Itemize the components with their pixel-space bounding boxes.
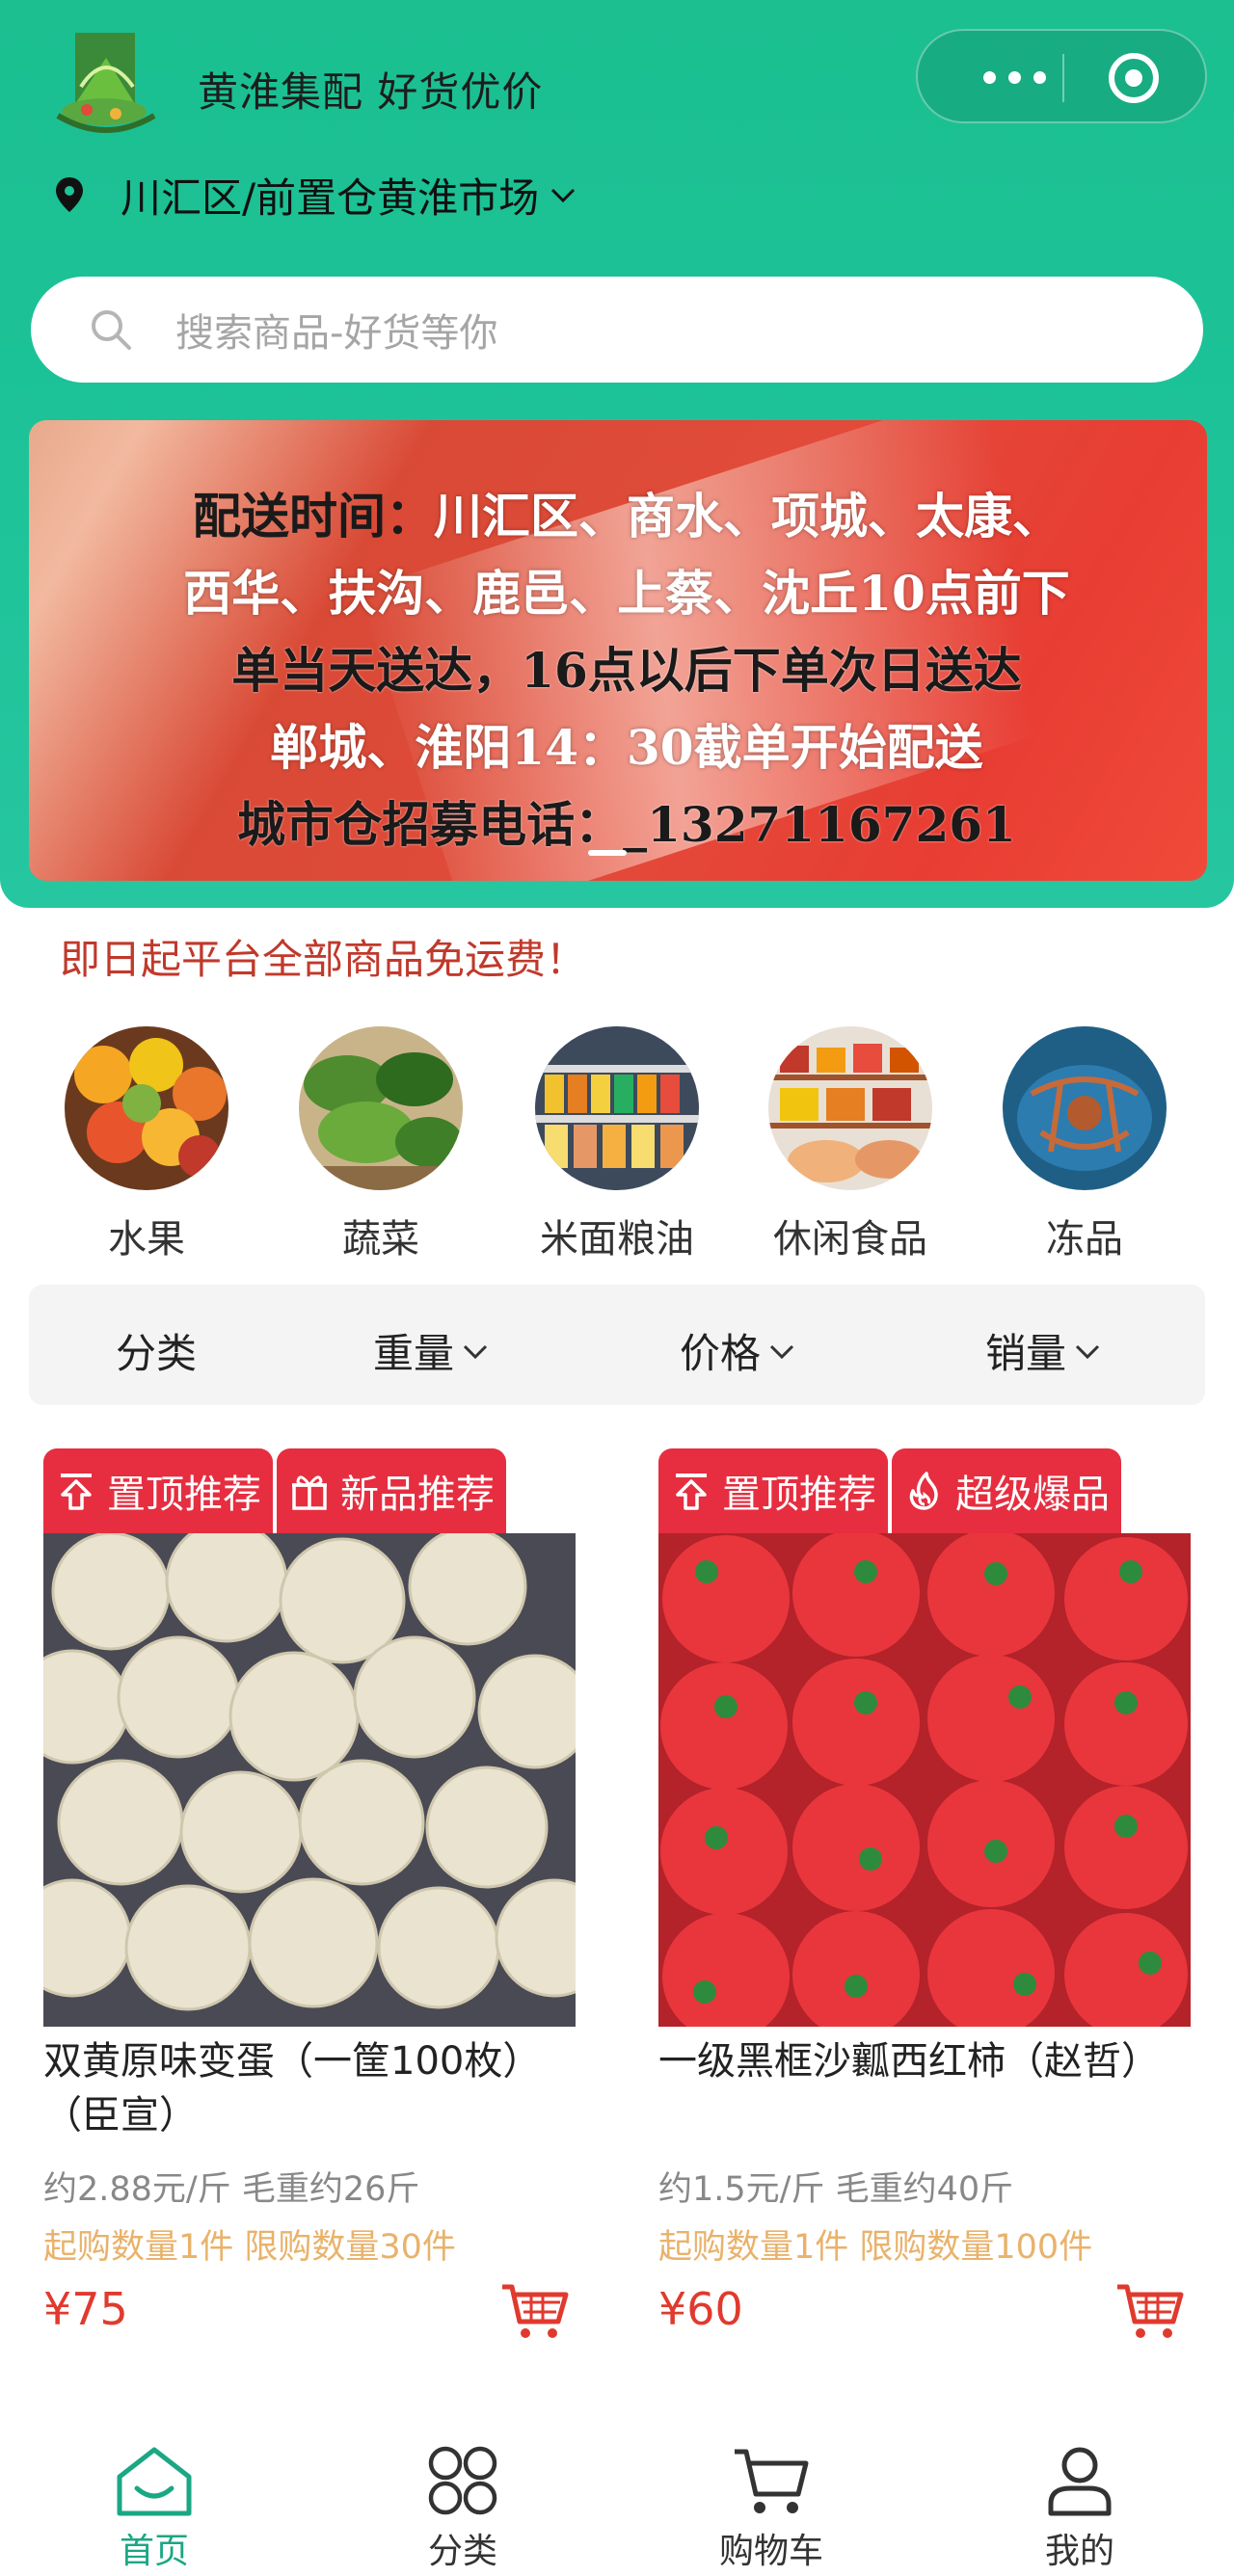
- product-purchase-limit: 起购数量1件 限购数量100件: [658, 2228, 1093, 2267]
- banner-line-3: 单当天送达，16点以后下单次日送达: [231, 642, 1022, 699]
- banner-line-5: 城市仓招募电话：_13271167261: [237, 796, 1016, 853]
- product-name: 双黄原味变蛋（一筐100枚）（臣宣）: [43, 2039, 542, 2138]
- category-label: 冻品: [1046, 1217, 1123, 1261]
- category-vegetable[interactable]: 蔬菜: [284, 1026, 477, 1263]
- filter-bar: 分类 重量 价格 销量: [29, 1285, 1205, 1405]
- tag-new: 新品推荐: [277, 1448, 506, 1533]
- pin-top-icon: [676, 1474, 707, 1510]
- add-to-cart-icon[interactable]: [1113, 2281, 1185, 2343]
- close-miniapp-icon[interactable]: [1109, 53, 1159, 103]
- miniapp-capsule: [916, 29, 1207, 123]
- capsule-divider: [1062, 54, 1064, 102]
- profile-icon: [1048, 2447, 1112, 2516]
- chevron-down-icon: [769, 1344, 794, 1359]
- tag-pinned: 置顶推荐: [43, 1448, 273, 1533]
- tab-label: 首页: [119, 2532, 189, 2571]
- flame-icon: [909, 1472, 938, 1510]
- chevron-down-icon: [1075, 1344, 1100, 1359]
- gift-icon: [292, 1475, 327, 1510]
- tag-hot: 超级爆品: [892, 1448, 1121, 1533]
- product-meta: 约1.5元/斤 毛重约40斤: [658, 2170, 1014, 2209]
- filter-sales[interactable]: 销量: [985, 1321, 1103, 1380]
- filter-category[interactable]: 分类: [116, 1321, 197, 1380]
- banner-line-1: 配送时间：川汇区、商水、项城、太康、: [193, 488, 1060, 544]
- fruit-photo: [65, 1026, 228, 1190]
- filter-label: 销量: [985, 1330, 1067, 1377]
- tab-label: 购物车: [718, 2532, 823, 2571]
- category-fruit[interactable]: 水果: [50, 1026, 243, 1263]
- add-to-cart-icon[interactable]: [498, 2281, 570, 2343]
- filter-label: 价格: [680, 1330, 762, 1377]
- category-label: 水果: [108, 1217, 185, 1261]
- category-row: 水果 蔬菜 米面粮油 休闲食品 冻品: [0, 1026, 1234, 1267]
- grain-oil-photo: [535, 1026, 699, 1190]
- product-price: ¥60: [658, 2283, 743, 2335]
- app-title: 黄淮集配 好货优价: [198, 68, 544, 116]
- category-label: 休闲食品: [773, 1217, 927, 1261]
- bottom-tab-bar: 首页 分类 购物车 我的: [0, 2409, 1234, 2576]
- filter-price[interactable]: 价格: [680, 1321, 797, 1380]
- tab-home[interactable]: 首页: [58, 2444, 251, 2573]
- product-purchase-limit: 起购数量1件 限购数量30件: [43, 2228, 456, 2267]
- tag-pinned: 置顶推荐: [658, 1448, 888, 1533]
- tab-label: 我的: [1044, 2532, 1114, 2571]
- location-text: 川汇区/前置仓黄淮市场: [121, 173, 540, 222]
- chevron-down-icon: [551, 188, 576, 203]
- tab-cart[interactable]: 购物车: [675, 2444, 868, 2573]
- category-label: 米面粮油: [540, 1217, 694, 1261]
- chevron-down-icon: [463, 1344, 488, 1359]
- filter-label: 重量: [373, 1330, 455, 1377]
- category-label: 蔬菜: [342, 1217, 419, 1261]
- search-icon: [92, 310, 131, 350]
- category-grain-oil[interactable]: 米面粮油: [521, 1026, 713, 1263]
- banner-line-2: 西华、扶沟、鹿邑、上蔡、沈丘10点前下: [183, 565, 1070, 622]
- product-price: ¥75: [43, 2283, 128, 2335]
- free-shipping-notice: 即日起平台全部商品免运费！: [60, 936, 587, 983]
- location-selector[interactable]: 川汇区/前置仓黄淮市场: [53, 166, 579, 224]
- category-snack[interactable]: 休闲食品: [754, 1026, 947, 1263]
- frozen-photo: [1003, 1026, 1167, 1190]
- filter-label: 分类: [116, 1330, 198, 1377]
- filter-weight[interactable]: 重量: [373, 1321, 491, 1380]
- banner-pagination: [588, 850, 627, 856]
- tab-profile[interactable]: 我的: [983, 2444, 1176, 2573]
- search-placeholder: 搜索商品-好货等你: [175, 311, 498, 356]
- cart-icon: [735, 2449, 809, 2513]
- snack-photo: [768, 1026, 932, 1190]
- category-frozen[interactable]: 冻品: [988, 1026, 1181, 1263]
- category-icon: [428, 2446, 497, 2515]
- product-tags: 置顶推荐 新品推荐: [43, 1448, 510, 1533]
- product-photo-tomatoes: [658, 1533, 1191, 2027]
- search-input[interactable]: 搜索商品-好货等你: [31, 277, 1203, 383]
- app-logo: [56, 33, 156, 133]
- tab-category[interactable]: 分类: [366, 2444, 559, 2573]
- product-meta: 约2.88元/斤 毛重约26斤: [43, 2170, 420, 2209]
- product-tags: 置顶推荐 超级爆品: [658, 1448, 1125, 1533]
- vegetable-photo: [299, 1026, 463, 1190]
- pin-top-icon: [61, 1474, 92, 1510]
- banner-text: 配送时间：川汇区、商水、项城、太康、 西华、扶沟、鹿邑、上蔡、沈丘10点前下 单…: [67, 478, 1186, 863]
- more-icon[interactable]: [983, 66, 1051, 89]
- product-name: 一级黑框沙瓤西红柿（赵哲）: [658, 2039, 1160, 2084]
- promo-banner[interactable]: 配送时间：川汇区、商水、项城、太康、 西华、扶沟、鹿邑、上蔡、沈丘10点前下 单…: [29, 420, 1207, 881]
- tab-label: 分类: [427, 2532, 497, 2571]
- product-photo-preserved-eggs: [43, 1533, 576, 2027]
- banner-line-4: 郸城、淮阳14：30截单开始配送: [270, 719, 983, 776]
- home-icon: [117, 2447, 192, 2516]
- location-pin-icon: [56, 177, 83, 212]
